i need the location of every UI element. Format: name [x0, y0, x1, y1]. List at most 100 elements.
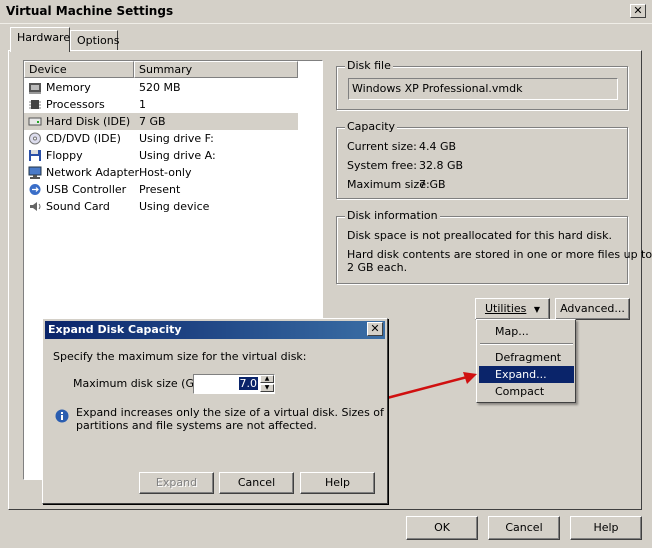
- advanced-button-label: Advanced...: [560, 302, 625, 315]
- device-row-sound-card[interactable]: Sound Card Using device: [24, 198, 298, 215]
- system-free-value: 32.8 GB: [419, 159, 464, 172]
- disk-file-field[interactable]: Windows XP Professional.vmdk: [348, 78, 618, 100]
- sound-card-icon: [30, 202, 41, 211]
- max-disk-size-value: 7.0: [238, 377, 258, 390]
- spin-up-button[interactable]: ▲: [260, 375, 274, 383]
- device-row-network-adapter[interactable]: Network Adapter Host-only: [24, 164, 298, 181]
- dropdown-arrow-icon: ▼: [533, 305, 541, 314]
- disk-information-group: Disk information Disk space is not preal…: [336, 209, 652, 284]
- maximum-size-label: Maximum size:: [347, 178, 430, 191]
- cancel-button-label: Cancel: [505, 521, 543, 534]
- disk-info-line-1: Disk space is not preallocated for this …: [347, 229, 612, 242]
- expand-dialog-title: Expand Disk Capacity: [48, 323, 182, 336]
- menu-item-defragment[interactable]: Defragment: [479, 349, 574, 366]
- menu-separator: [480, 343, 573, 345]
- memory-icon: [29, 83, 41, 94]
- menu-item-compact[interactable]: Compact: [479, 383, 574, 400]
- info-icon: [55, 409, 69, 423]
- disk-information-legend: Disk information: [345, 209, 440, 222]
- utilities-button-label: Utilities: [484, 302, 527, 315]
- title-bar: Virtual Machine Settings ✕: [0, 0, 652, 24]
- expand-button-label: Expand: [155, 476, 198, 489]
- expand-help-label: Help: [324, 476, 351, 489]
- device-name: Floppy: [46, 149, 83, 162]
- capacity-group: Capacity Current size: 4.4 GB System fre…: [336, 120, 628, 199]
- menu-item-label: Expand...: [495, 368, 547, 381]
- device-name: Memory: [46, 81, 91, 94]
- device-summary: Using drive A:: [139, 149, 216, 162]
- column-device-label: Device: [29, 63, 67, 76]
- expand-dialog-close-button[interactable]: ✕: [367, 322, 383, 336]
- device-summary: 1: [139, 98, 146, 111]
- max-disk-size-input[interactable]: 7.0 ▲ ▼: [193, 374, 275, 394]
- device-summary: 7 GB: [139, 115, 166, 128]
- cancel-button[interactable]: Cancel: [488, 516, 560, 540]
- device-summary: Using drive F:: [139, 132, 214, 145]
- help-button[interactable]: Help: [570, 516, 642, 540]
- device-summary: 520 MB: [139, 81, 181, 94]
- cd-dvd-icon: [29, 132, 41, 145]
- maximum-size-value: 7 GB: [419, 178, 446, 191]
- tab-options[interactable]: Options: [70, 30, 120, 50]
- device-row-floppy[interactable]: Floppy Using drive A:: [24, 147, 298, 164]
- network-adapter-icon: [28, 166, 42, 179]
- column-summary-label: Summary: [139, 63, 193, 76]
- processor-icon: [29, 100, 41, 109]
- menu-item-label: Compact: [495, 385, 545, 398]
- expand-info-line-2: partitions and file systems are not affe…: [76, 419, 317, 432]
- window-close-button[interactable]: ✕: [630, 4, 646, 18]
- current-size-value: 4.4 GB: [419, 140, 457, 153]
- usb-icon: [29, 184, 41, 195]
- expand-dialog-title-bar: Expand Disk Capacity: [45, 321, 385, 339]
- device-row-memory[interactable]: Memory 520 MB: [24, 79, 298, 96]
- device-summary: Present: [139, 183, 181, 196]
- expand-button[interactable]: Expand: [139, 472, 214, 494]
- device-row-cd-dvd[interactable]: CD/DVD (IDE) Using drive F:: [24, 130, 298, 147]
- expand-help-button[interactable]: Help: [300, 472, 375, 494]
- device-row-usb-controller[interactable]: USB Controller Present: [24, 181, 298, 198]
- max-disk-size-label: Maximum disk size (GB):: [73, 377, 210, 390]
- disk-info-line-2: Hard disk contents are stored in one or …: [347, 248, 652, 261]
- close-icon: ✕: [370, 322, 380, 335]
- hard-disk-icon: [28, 117, 42, 126]
- device-name: USB Controller: [46, 183, 127, 196]
- utilities-menu: Map... Defragment Expand... Compact: [476, 319, 576, 403]
- menu-item-label: Map...: [495, 325, 529, 338]
- tab-options-label: Options: [77, 34, 120, 47]
- device-row-hard-disk[interactable]: Hard Disk (IDE) 7 GB: [24, 113, 298, 130]
- column-header-summary[interactable]: Summary: [134, 61, 298, 78]
- menu-item-expand[interactable]: Expand...: [479, 366, 574, 383]
- ok-button[interactable]: OK: [406, 516, 478, 540]
- red-arrow-icon: [386, 372, 477, 400]
- expand-instruction: Specify the maximum size for the virtual…: [53, 350, 307, 363]
- spin-down-button[interactable]: ▼: [260, 384, 274, 392]
- expand-info-line-1: Expand increases only the size of a virt…: [76, 406, 384, 419]
- device-name: Sound Card: [46, 200, 110, 213]
- device-summary: Host-only: [139, 166, 192, 179]
- device-name: Network Adapter: [46, 166, 140, 179]
- menu-item-map[interactable]: Map...: [479, 323, 574, 340]
- disk-file-legend: Disk file: [345, 59, 393, 72]
- floppy-icon: [29, 150, 41, 161]
- utilities-button[interactable]: Utilities ▼: [475, 298, 550, 320]
- device-row-processors[interactable]: Processors 1: [24, 96, 298, 113]
- tab-hardware[interactable]: Hardware: [10, 27, 70, 52]
- advanced-button[interactable]: Advanced...: [555, 298, 630, 320]
- expand-disk-dialog: Expand Disk Capacity ✕ Specify the maxim…: [42, 318, 388, 504]
- column-header-device[interactable]: Device: [24, 61, 134, 78]
- expand-cancel-label: Cancel: [237, 476, 276, 489]
- system-free-label: System free:: [347, 159, 417, 172]
- device-summary: Using device: [139, 200, 210, 213]
- device-name: CD/DVD (IDE): [46, 132, 121, 145]
- close-icon: ✕: [633, 4, 643, 17]
- disk-info-line-3: 2 GB each.: [347, 261, 408, 274]
- window-title: Virtual Machine Settings: [6, 4, 174, 18]
- ok-button-label: OK: [434, 521, 450, 534]
- device-name: Hard Disk (IDE): [46, 115, 131, 128]
- help-button-label: Help: [593, 521, 619, 534]
- device-name: Processors: [46, 98, 105, 111]
- disk-file-value: Windows XP Professional.vmdk: [352, 82, 523, 95]
- capacity-legend: Capacity: [345, 120, 398, 133]
- menu-item-label: Defragment: [495, 351, 562, 364]
- expand-cancel-button[interactable]: Cancel: [219, 472, 294, 494]
